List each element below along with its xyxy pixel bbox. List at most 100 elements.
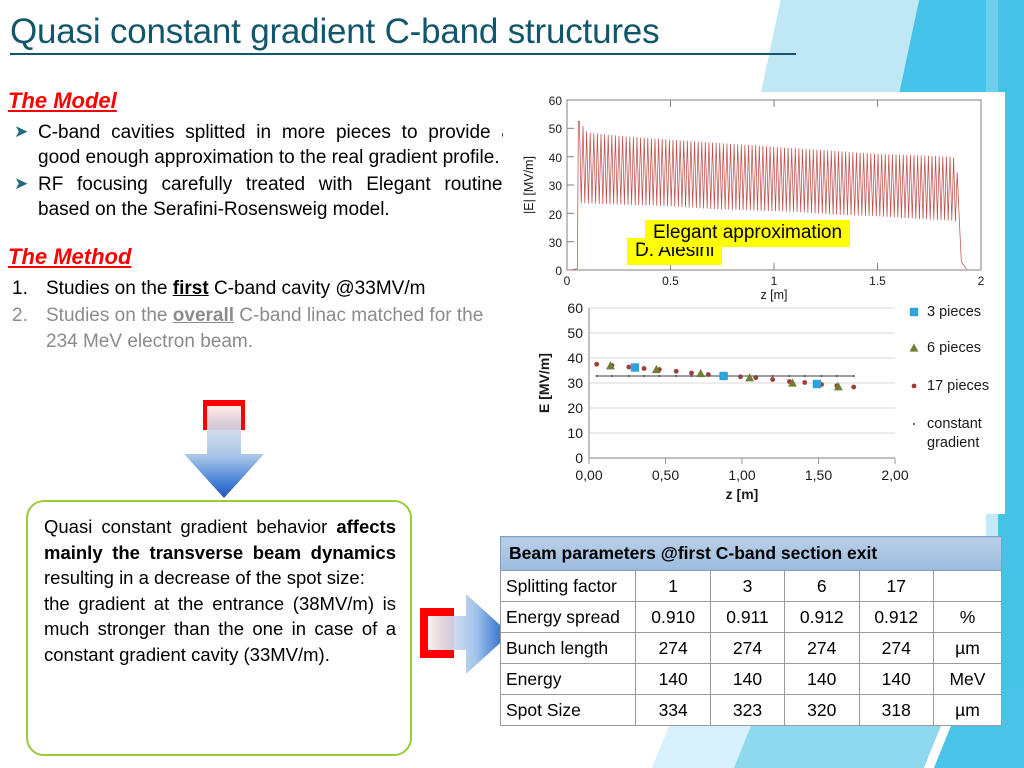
data-point	[595, 374, 598, 378]
table-cell: 140	[635, 663, 711, 695]
callout-text: Quasi constant gradient behavior affects…	[44, 516, 396, 665]
table-cell: 274	[635, 632, 711, 664]
data-point	[627, 374, 630, 378]
table-cell: 0.912	[784, 601, 860, 633]
table-unit-cell	[932, 570, 1003, 602]
list-item: ➤ RF focusing carefully treated with Ele…	[8, 172, 520, 222]
data-point	[658, 374, 661, 378]
svg-text:E [MV/m]: E [MV/m]	[536, 353, 552, 413]
arrow-bullet-icon: ➤	[14, 174, 29, 194]
table-title: Beam parameters @first C-band section ex…	[500, 536, 1002, 571]
data-point	[912, 422, 916, 426]
data-point	[852, 374, 855, 378]
table-row: Energy spread 0.910 0.911 0.912 0.912%	[499, 601, 1003, 633]
data-point	[719, 371, 728, 381]
svg-text:0,00: 0,00	[575, 467, 602, 483]
data-point	[610, 374, 614, 378]
svg-text:|E| [MV/m]: |E| [MV/m]	[522, 156, 536, 214]
data-point	[835, 374, 838, 378]
data-point	[641, 366, 647, 371]
data-point	[739, 374, 742, 378]
data-point	[788, 374, 791, 378]
table-row: Spot Size 334 323 320 318 µm	[499, 694, 1003, 726]
table-unit-cell: µm	[932, 632, 1003, 664]
svg-text:30: 30	[549, 236, 563, 250]
gradient-approximation-chart: 60 50 40 30 20 10 0 E [MV/m] 0,00 0,50 1,00 1,…	[536, 300, 989, 502]
legend-label: 3 pieces	[927, 304, 981, 320]
callout-box: Quasi constant gradient behavior affects…	[26, 500, 412, 756]
table-row-label: Splitting factor	[499, 570, 637, 602]
section-heading-model: The Model	[8, 88, 117, 113]
legend-label: 6 pieces	[927, 340, 981, 356]
beam-parameters-table: Beam parameters @first C-band section ex…	[499, 536, 1003, 726]
charts-panel: 60 50 40 30 20 30 0 0 0.5 1 1.5 2 z [m] |E| [MV	[503, 92, 1005, 514]
bullet-text: C-band cavities splitted in more pieces …	[38, 122, 512, 168]
data-point	[642, 374, 646, 378]
field-profile-chart: 605040 302030 0 0 0.5 1 1.5 2 z [m] |E| [MV	[522, 94, 985, 302]
svg-text:0: 0	[575, 450, 583, 466]
svg-text:60: 60	[567, 300, 583, 316]
annotation-elegant: Elegant approximation	[645, 220, 851, 247]
svg-text:40: 40	[567, 350, 583, 366]
table-cell: 140	[858, 663, 934, 695]
data-point	[771, 374, 774, 378]
table-row-label: Spot Size	[499, 694, 637, 726]
decor-band-top-cyan	[896, 0, 1024, 105]
data-point	[802, 380, 808, 385]
svg-text:z [m]: z [m]	[726, 486, 759, 502]
title-area: Quasi constant gradient C-band structure…	[10, 12, 810, 55]
svg-text:50: 50	[549, 122, 563, 136]
table-cell: 274	[858, 632, 934, 664]
list-text: Studies on the first C-band cavity @33MV…	[46, 278, 426, 299]
table-unit-cell: %	[932, 601, 1003, 633]
svg-text:20: 20	[567, 400, 583, 416]
table-cell: 1	[635, 570, 711, 602]
legend-label: gradient	[927, 435, 979, 451]
bullet-text: RF focusing carefully treated with Elega…	[38, 174, 512, 220]
table-cell: 274	[709, 632, 786, 664]
table-cell: 274	[784, 632, 860, 664]
svg-text:1,50: 1,50	[805, 467, 832, 483]
table-cell: 140	[784, 663, 860, 695]
legend-label: 17 pieces	[927, 378, 989, 394]
svg-text:30: 30	[549, 179, 563, 193]
data-point	[626, 364, 632, 370]
list-number: 1.	[12, 278, 28, 299]
data-point	[851, 384, 857, 390]
data-point	[745, 373, 755, 382]
data-point	[696, 368, 706, 378]
data-point	[911, 383, 917, 389]
data-point	[689, 370, 694, 376]
svg-text:60: 60	[549, 94, 563, 108]
data-point	[820, 374, 823, 378]
table-row-label: Energy	[499, 663, 637, 695]
table-unit-cell: µm	[932, 694, 1003, 726]
list-item: 2. Studies on the overall C-band linac m…	[8, 303, 520, 355]
table-cell: 0.911	[709, 601, 786, 633]
table-row-label: Bunch length	[499, 632, 637, 664]
slide-root: Quasi constant gradient C-band structure…	[0, 0, 1024, 768]
list-number: 2.	[12, 305, 28, 326]
table-cell: 140	[709, 663, 786, 695]
emphasis-overall: overall	[172, 305, 235, 326]
method-section: The Method 1. Studies on the first C-ban…	[8, 244, 520, 355]
table-cell: 0.910	[635, 601, 711, 633]
table-cell: 3	[709, 570, 786, 602]
data-point	[594, 361, 600, 367]
svg-text:2: 2	[978, 274, 985, 288]
data-point	[675, 374, 678, 378]
table-cell: 334	[635, 694, 711, 726]
list-item: ➤ C-band cavities splitted in more piece…	[8, 120, 520, 170]
svg-text:0: 0	[564, 274, 571, 288]
down-arrow-icon	[184, 400, 264, 498]
svg-text:0: 0	[555, 264, 562, 278]
title-underline	[10, 53, 796, 55]
data-point	[909, 343, 919, 352]
emphasis-first: first	[172, 278, 209, 299]
page-title: Quasi constant gradient C-band structure…	[10, 12, 660, 51]
data-point	[630, 363, 640, 372]
svg-text:20: 20	[549, 208, 563, 222]
table-header-row: Beam parameters @first C-band section ex…	[500, 536, 1002, 571]
table-cell: 320	[784, 694, 860, 726]
table-row: Bunch length 274 274 274 274 µm	[499, 632, 1003, 664]
